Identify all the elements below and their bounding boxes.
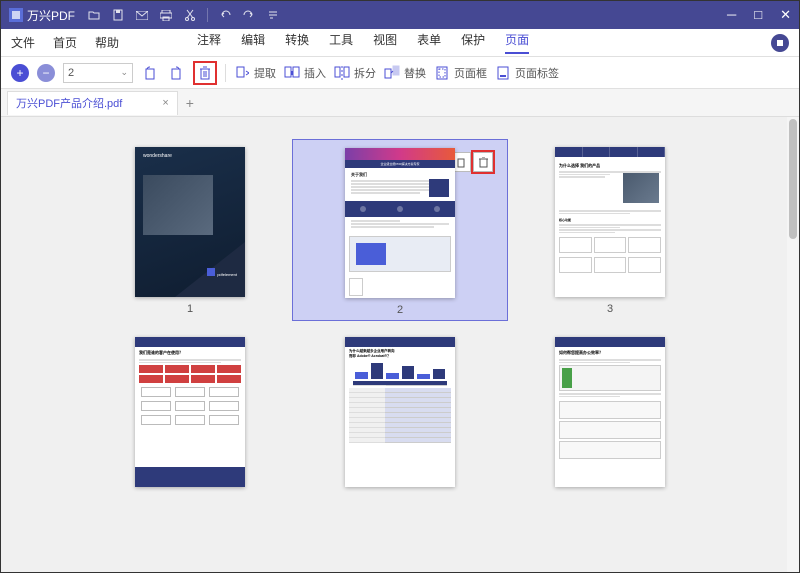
open-icon[interactable] [87,8,101,22]
menu-form[interactable]: 表单 [417,31,441,54]
replace-button[interactable]: 替换 [384,65,426,81]
menu-convert[interactable]: 转换 [285,31,309,54]
page-label-icon [495,65,511,81]
page-thumbnail-5[interactable]: 为什么越来越多企业用户转向而非 Adobe® Acrobat®？ [300,337,500,487]
menu-annotate[interactable]: 注释 [197,31,221,54]
toolbar: + − 2 ⌄ 提取 插入 拆分 替换 页面框 页面标签 [1,57,799,89]
insert-icon [284,65,300,81]
chevron-down-icon: ⌄ [120,67,128,78]
rotate-left-button[interactable] [141,64,159,82]
page-number-value: 2 [68,67,74,79]
titlebar: 万兴PDF ─ □ ✕ [1,1,799,29]
divider [225,64,226,82]
tab-filename: 万兴PDF产品介绍.pdf [16,95,122,111]
insert-button[interactable]: 插入 [284,65,326,81]
divider [207,8,208,22]
app-icon [9,8,23,22]
redo-icon[interactable] [242,8,256,22]
page-label-button[interactable]: 页面标签 [495,65,559,81]
tab-close-button[interactable]: × [162,97,168,109]
app-title: 万兴PDF [27,7,75,24]
zoom-in-button[interactable]: + [11,64,29,82]
page-2-preview: 企业级全能PDF解决方案专家 关于我们 [345,148,455,298]
replace-icon [384,65,400,81]
page-1-preview: wondershare pdfelement [135,147,245,297]
page-thumbnail-1[interactable]: wondershare pdfelement 1 [90,147,290,317]
page-box-button[interactable]: 页面框 [434,65,487,81]
trash-icon [197,65,213,81]
page-6-preview: 如何帮您提高办公效率？ [555,337,665,487]
page-thumbnail-6[interactable]: 如何帮您提高办公效率？ [510,337,710,487]
minimize-button[interactable]: ─ [727,7,736,23]
menu-page[interactable]: 页面 [505,31,529,54]
mail-icon[interactable] [135,8,149,22]
undo-icon[interactable] [218,8,232,22]
split-icon [334,65,350,81]
menu-protect[interactable]: 保护 [461,31,485,54]
delete-page-button[interactable] [193,61,217,85]
menu-file[interactable]: 文件 [11,34,35,51]
split-button[interactable]: 拆分 [334,65,376,81]
menu-tools[interactable]: 工具 [329,31,353,54]
extract-icon [234,65,250,81]
page-thumbnails-workspace: wondershare pdfelement 1 企业级全能PDF解决方案专家 … [1,117,799,572]
page-3-preview: 为什么选择 我们的产品 核心功能 [555,147,665,297]
close-button[interactable]: ✕ [780,7,791,23]
document-tab[interactable]: 万兴PDF产品介绍.pdf × [7,91,178,115]
cut-icon[interactable] [183,8,197,22]
rotate-right-button[interactable] [167,64,185,82]
page-box-icon [434,65,450,81]
menu-view[interactable]: 视图 [373,31,397,54]
scrollbar-thumb[interactable] [789,119,797,239]
zoom-out-button[interactable]: − [37,64,55,82]
tabbar: 万兴PDF产品介绍.pdf × + [1,89,799,117]
app-logo: 万兴PDF [9,7,75,24]
maximize-button[interactable]: □ [754,7,762,23]
brand-logo-icon[interactable] [771,34,789,52]
add-tab-button[interactable]: + [186,95,194,111]
menu-help[interactable]: 帮助 [95,34,119,51]
menubar: 文件 首页 帮助 注释 编辑 转换 工具 视图 表单 保护 页面 [1,29,799,57]
menu-home[interactable]: 首页 [53,34,77,51]
extract-button[interactable]: 提取 [234,65,276,81]
page-number: 1 [187,303,193,315]
page-thumbnail-3[interactable]: 为什么选择 我们的产品 核心功能 3 [510,147,710,317]
hover-delete-button[interactable] [473,152,493,172]
page-4-preview: 我们是谁的客户在使用？ [135,337,245,487]
print-icon[interactable] [159,8,173,22]
page-5-preview: 为什么越来越多企业用户转向而非 Adobe® Acrobat®？ [345,337,455,487]
page-number: 3 [607,303,613,315]
page-number-input[interactable]: 2 ⌄ [63,63,133,83]
dropdown-icon[interactable] [266,8,280,22]
page-number: 2 [397,304,403,316]
save-icon[interactable] [111,8,125,22]
vertical-scrollbar[interactable] [787,117,799,572]
page-thumbnail-2[interactable]: 企业级全能PDF解决方案专家 关于我们 2 [292,139,508,321]
page-thumbnail-4[interactable]: 我们是谁的客户在使用？ [90,337,290,487]
menu-edit[interactable]: 编辑 [241,31,265,54]
